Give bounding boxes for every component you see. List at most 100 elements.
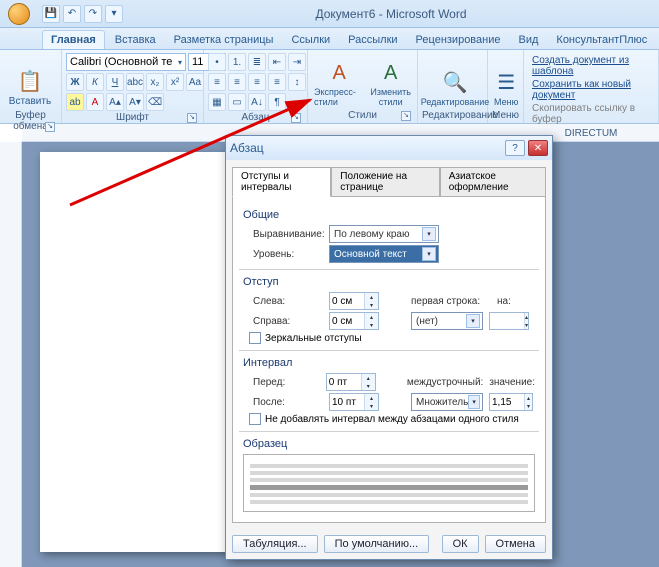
dialog-titlebar[interactable]: Абзац ? ✕ <box>226 136 552 160</box>
shrink-font-button[interactable]: A▾ <box>126 93 144 111</box>
clipboard-icon: 📋 <box>18 69 43 94</box>
cancel-button[interactable]: Отмена <box>485 535 546 553</box>
first-line-label: первая строка: <box>411 296 491 307</box>
chevron-down-icon: ▾ <box>422 227 436 241</box>
after-label: После: <box>253 397 323 408</box>
decrease-indent-button[interactable]: ⇤ <box>268 53 286 71</box>
superscript-button[interactable]: x² <box>166 73 184 91</box>
show-marks-button[interactable]: ¶ <box>268 93 286 111</box>
paste-button[interactable]: 📋 Вставить <box>4 53 56 109</box>
increase-indent-button[interactable]: ⇥ <box>288 53 306 71</box>
help-button[interactable]: ? <box>505 140 525 156</box>
before-spin[interactable]: ▴▾ <box>326 373 376 391</box>
tab-view[interactable]: Вид <box>511 31 547 49</box>
justify-button[interactable]: ≡ <box>268 73 286 91</box>
tab-refs[interactable]: Ссылки <box>283 31 338 49</box>
editing-button[interactable]: 🔍 Редактирование <box>422 53 488 109</box>
qat-more-icon[interactable]: ▾ <box>105 5 123 23</box>
office-button[interactable] <box>0 0 38 28</box>
close-button[interactable]: ✕ <box>528 140 548 156</box>
no-dup-spacing-checkbox[interactable]: Не добавлять интервал между абзацами одн… <box>249 413 535 425</box>
ruler-vertical[interactable] <box>0 142 22 567</box>
menu-icon: ☰ <box>497 70 515 95</box>
redo-icon[interactable]: ↷ <box>84 5 102 23</box>
tab-asian[interactable]: Азиатское оформление <box>440 167 546 197</box>
undo-icon[interactable]: ↶ <box>63 5 81 23</box>
highlight-button[interactable]: ab <box>66 93 84 111</box>
indent-left-label: Слева: <box>253 296 323 307</box>
indent-on-label: на: <box>497 296 521 307</box>
font-color-button[interactable]: A <box>86 93 104 111</box>
align-combo[interactable]: По левому краю ▾ <box>329 225 439 243</box>
multilevel-button[interactable]: ≣ <box>248 53 266 71</box>
at-spin[interactable]: ▴▾ <box>489 393 533 411</box>
tab-review[interactable]: Рецензирование <box>408 31 509 49</box>
mirror-indents-checkbox[interactable]: Зеркальные отступы <box>249 332 535 344</box>
level-label: Уровень: <box>253 249 323 260</box>
font-launcher[interactable]: ↘ <box>187 113 197 123</box>
tab-layout[interactable]: Разметка страницы <box>166 31 282 49</box>
styles-launcher[interactable]: ↘ <box>401 111 411 121</box>
font-name-combo[interactable]: Calibri (Основной те▾ <box>66 53 186 71</box>
link-create-template[interactable]: Создать документ из шаблона <box>532 55 650 77</box>
clear-format-button[interactable]: ⌫ <box>146 93 164 111</box>
line-combo[interactable]: Множитель▾ <box>411 393 483 411</box>
section-indent: Отступ <box>243 276 535 288</box>
after-input[interactable] <box>330 394 364 410</box>
shading-button[interactable]: ▦ <box>208 93 226 111</box>
underline-button[interactable]: Ч <box>106 73 124 91</box>
indent-right-spin[interactable]: ▴▾ <box>329 312 379 330</box>
section-spacing: Интервал <box>243 357 535 369</box>
italic-button[interactable]: К <box>86 73 104 91</box>
align-center-button[interactable]: ≡ <box>228 73 246 91</box>
paragraph-launcher[interactable]: ↘ <box>291 113 301 123</box>
indent-on-spin[interactable]: ▴▾ <box>489 312 529 330</box>
tab-position[interactable]: Положение на странице <box>331 167 439 197</box>
after-spin[interactable]: ▴▾ <box>329 393 379 411</box>
group-styles-label: Стили ↘ <box>312 109 413 122</box>
express-styles-label: Экспресс-стили <box>314 87 364 107</box>
menu-button[interactable]: ☰ Меню <box>492 53 520 109</box>
save-icon[interactable]: 💾 <box>42 5 60 23</box>
indent-on-input[interactable] <box>490 313 524 329</box>
tabs-button[interactable]: Табуляция... <box>232 535 318 553</box>
tab-home[interactable]: Главная <box>42 30 105 49</box>
preview-box <box>243 454 535 512</box>
bold-button[interactable]: Ж <box>66 73 84 91</box>
indent-right-input[interactable] <box>330 313 364 329</box>
section-general: Общие <box>243 209 535 221</box>
at-input[interactable] <box>490 394 524 410</box>
change-styles-button[interactable]: A Изменить стили <box>368 53 413 109</box>
chevron-down-icon: ▾ <box>178 58 182 67</box>
checkbox-icon <box>249 332 261 344</box>
before-input[interactable] <box>327 374 361 390</box>
chevron-down-icon: ▾ <box>422 247 436 261</box>
default-button[interactable]: По умолчанию... <box>324 535 430 553</box>
indent-left-input[interactable] <box>330 293 364 309</box>
first-line-combo[interactable]: (нет)▾ <box>411 312 483 330</box>
numbering-button[interactable]: 1. <box>228 53 246 71</box>
line-spacing-button[interactable]: ↕ <box>288 73 306 91</box>
at-label: значение: <box>489 377 535 388</box>
align-right-button[interactable]: ≡ <box>248 73 266 91</box>
subscript-button[interactable]: x₂ <box>146 73 164 91</box>
nodup-label: Не добавлять интервал между абзацами одн… <box>265 414 519 425</box>
indent-left-spin[interactable]: ▴▾ <box>329 292 379 310</box>
tab-insert[interactable]: Вставка <box>107 31 164 49</box>
bullets-button[interactable]: • <box>208 53 226 71</box>
ok-button[interactable]: ОК <box>442 535 479 553</box>
change-case-button[interactable]: Aa <box>186 73 204 91</box>
level-combo[interactable]: Основной текст ▾ <box>329 245 439 263</box>
link-save-new[interactable]: Сохранить как новый документ <box>532 79 650 101</box>
grow-font-button[interactable]: A▴ <box>106 93 124 111</box>
express-styles-button[interactable]: A Экспресс-стили <box>312 53 366 109</box>
borders-button[interactable]: ▭ <box>228 93 246 111</box>
tab-mail[interactable]: Рассылки <box>340 31 405 49</box>
window-title: Документ6 - Microsoft Word <box>123 7 659 21</box>
tab-consultant[interactable]: КонсультантПлюс <box>548 31 655 49</box>
tab-indents[interactable]: Отступы и интервалы <box>232 167 331 197</box>
align-left-button[interactable]: ≡ <box>208 73 226 91</box>
sort-button[interactable]: A↓ <box>248 93 266 111</box>
clipboard-launcher[interactable]: ↘ <box>45 122 55 132</box>
strike-button[interactable]: abc <box>126 73 144 91</box>
